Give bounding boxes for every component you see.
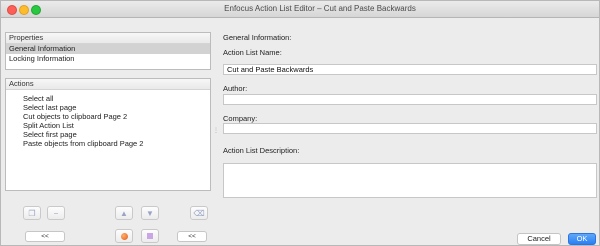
section-title: General Information: [223, 33, 292, 42]
action-item-paste-objects[interactable]: Paste objects from clipboard Page 2 [6, 139, 210, 148]
ok-button[interactable]: OK [568, 233, 596, 245]
title-bar[interactable]: Enfocus Action List Editor – Cut and Pas… [1, 1, 599, 18]
action-item-select-all[interactable]: Select all [6, 94, 210, 103]
move-up-button[interactable]: ▲ [115, 206, 133, 220]
record-icon [120, 232, 128, 240]
description-field[interactable] [223, 163, 597, 198]
company-label: Company: [223, 114, 258, 123]
collapse-left-button[interactable]: << [25, 231, 65, 242]
stop-button[interactable] [141, 229, 159, 243]
property-general-information[interactable]: General Information [6, 44, 210, 54]
property-locking-information[interactable]: Locking Information [6, 54, 210, 64]
action-list-editor-window: Enfocus Action List Editor – Cut and Pas… [0, 0, 600, 246]
author-field[interactable] [223, 94, 597, 105]
remove-action-button[interactable]: − [47, 206, 65, 220]
window-title: Enfocus Action List Editor – Cut and Pas… [224, 4, 416, 13]
trash-button[interactable]: ⌫ [190, 206, 208, 220]
action-item-select-last-page[interactable]: Select last page [6, 103, 210, 112]
description-label: Action List Description: [223, 146, 300, 155]
properties-panel: Properties General Information Locking I… [5, 32, 211, 70]
minus-icon: − [53, 208, 59, 218]
actions-panel: Actions Select all Select last page Cut … [5, 78, 211, 191]
action-item-select-first-page[interactable]: Select first page [6, 130, 210, 139]
triangle-down-icon: ▼ [146, 208, 154, 218]
cancel-button[interactable]: Cancel [517, 233, 561, 245]
collapse-right-button[interactable]: << [177, 231, 207, 242]
duplicate-action-button[interactable]: ❐ [23, 206, 41, 220]
record-button[interactable] [115, 229, 133, 243]
company-field[interactable] [223, 123, 597, 134]
trash-icon: ⌫ [193, 208, 205, 218]
triangle-up-icon: ▲ [120, 208, 128, 218]
name-label: Action List Name: [223, 48, 282, 57]
author-label: Author: [223, 84, 248, 93]
properties-header: Properties [6, 33, 210, 44]
action-list-name-field[interactable] [223, 64, 597, 75]
general-information-panel: General Information: Action List Name: A… [217, 27, 597, 219]
action-item-split-action-list[interactable]: Split Action List [6, 121, 210, 130]
stop-icon [147, 233, 153, 239]
duplicate-icon: ❐ [28, 208, 36, 218]
actions-header: Actions [6, 79, 210, 90]
action-item-cut-objects[interactable]: Cut objects to clipboard Page 2 [6, 112, 210, 121]
move-down-button[interactable]: ▼ [141, 206, 159, 220]
